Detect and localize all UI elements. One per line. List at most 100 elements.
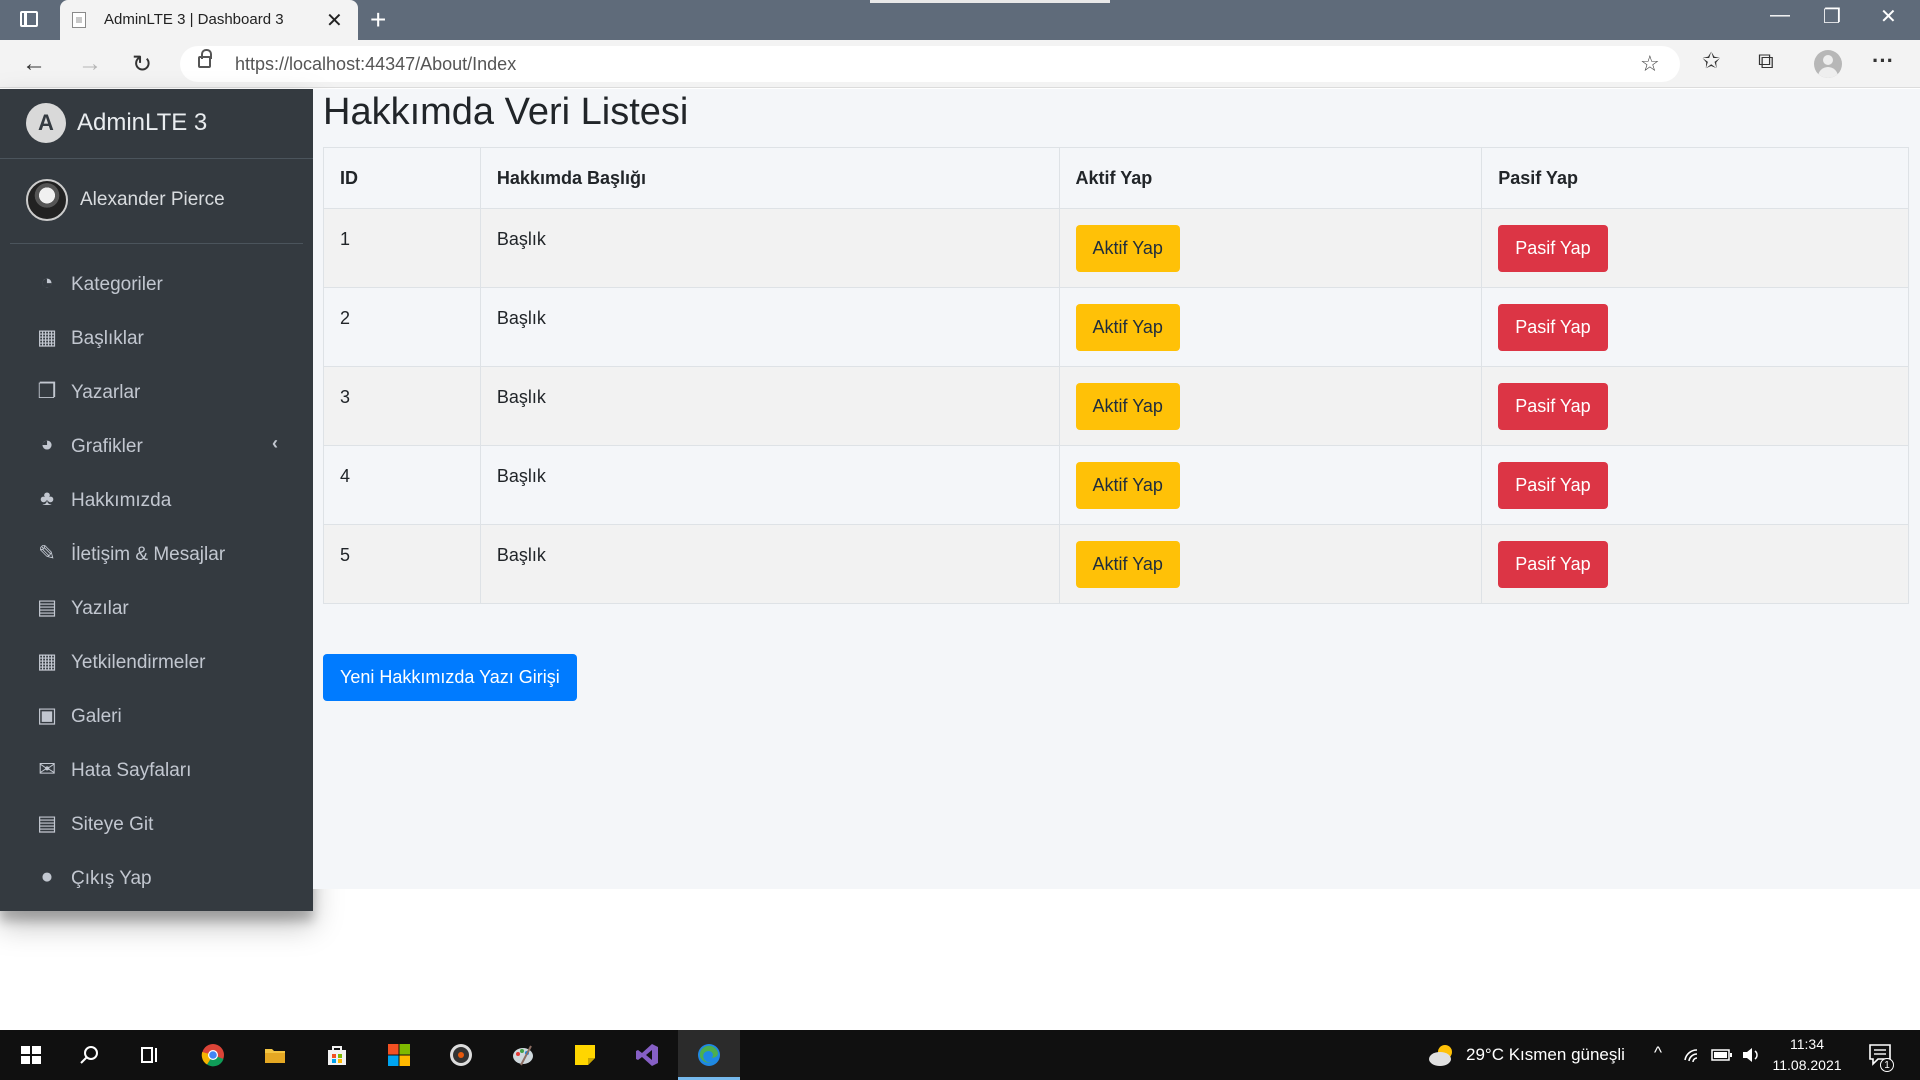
taskbar-store[interactable]	[306, 1030, 368, 1080]
taskbar-media-player[interactable]	[430, 1030, 492, 1080]
cell-deactivate: Pasif Yap	[1481, 366, 1909, 446]
sidebar-item-cikis-yap[interactable]: ● Çıkış Yap	[10, 855, 303, 903]
envelope-icon: ✉	[38, 758, 56, 781]
tab-actions-icon[interactable]	[20, 11, 38, 27]
search-button[interactable]	[58, 1030, 120, 1080]
taskbar-visual-studio[interactable]	[616, 1030, 678, 1080]
visual-studio-icon	[636, 1044, 658, 1066]
deactivate-button[interactable]: Pasif Yap	[1498, 462, 1608, 509]
wifi-icon[interactable]	[1683, 1046, 1703, 1064]
start-button[interactable]	[0, 1030, 62, 1080]
notification-count-badge: 1	[1880, 1058, 1894, 1072]
user-name[interactable]: Alexander Pierce	[80, 189, 225, 211]
lock-icon[interactable]	[198, 49, 212, 68]
cell-activate: Aktif Yap	[1058, 287, 1483, 367]
tab-title: AdminLTE 3 | Dashboard 3	[104, 11, 284, 28]
deactivate-button[interactable]: Pasif Yap	[1498, 304, 1608, 351]
store-icon	[328, 1046, 346, 1065]
sidebar-item-kategoriler[interactable]: ◔ Kategoriler	[10, 261, 303, 309]
new-about-entry-button[interactable]: Yeni Hakkımızda Yazı Girişi	[323, 654, 577, 701]
brand-logo: A	[26, 103, 66, 143]
folder-icon	[265, 1049, 285, 1063]
table-row: 2 Başlık Aktif Yap Pasif Yap	[323, 287, 1909, 367]
sidebar-item-yetkilendirmeler[interactable]: ▦ Yetkilendirmeler	[10, 639, 303, 687]
sidebar-item-label: Grafikler	[71, 436, 143, 457]
sidebar-item-yazarlar[interactable]: ❐ Yazarlar	[10, 369, 303, 417]
cell-id: 2	[323, 287, 481, 367]
sidebar-item-hakkimizda[interactable]: ♣ Hakkımızda	[10, 477, 303, 525]
cell-title: Başlık	[479, 287, 1060, 367]
sidebar-item-yazilar[interactable]: ▤ Yazılar	[10, 585, 303, 633]
activate-button[interactable]: Aktif Yap	[1075, 304, 1180, 351]
clock-date[interactable]: 11.08.2021	[1772, 1057, 1842, 1073]
profile-avatar-icon[interactable]	[1814, 50, 1842, 78]
sidebar-item-label: Siteye Git	[71, 814, 154, 835]
browser-tab[interactable]: AdminLTE 3 | Dashboard 3 ✕	[60, 0, 358, 40]
activate-button[interactable]: Aktif Yap	[1075, 383, 1180, 430]
sidebar-item-galeri[interactable]: ▣ Galeri	[10, 693, 303, 741]
copy-icon: ❐	[37, 380, 57, 403]
activate-button[interactable]: Aktif Yap	[1075, 462, 1180, 509]
cell-id: 4	[323, 445, 481, 525]
favorites-icon[interactable]: ✩	[1702, 48, 1720, 74]
show-hidden-icons-icon[interactable]: ^	[1654, 1043, 1662, 1063]
sidebar-item-label: Yazılar	[71, 598, 129, 619]
activate-button[interactable]: Aktif Yap	[1075, 541, 1180, 588]
cell-deactivate: Pasif Yap	[1481, 524, 1909, 604]
sidebar-item-siteye-git[interactable]: ▤ Siteye Git	[10, 801, 303, 849]
main-sidebar: A AdminLTE 3 Alexander Pierce ◔ Kategori…	[0, 89, 313, 911]
cell-activate: Aktif Yap	[1058, 366, 1483, 446]
collections-icon[interactable]: ⧉	[1758, 48, 1774, 74]
column-header-id: ID	[323, 147, 481, 209]
image-icon: ▣	[37, 704, 57, 727]
taskbar-office[interactable]	[368, 1030, 430, 1080]
url-text[interactable]: https://localhost:44347/About/Index	[235, 54, 516, 75]
sidebar-item-iletisim[interactable]: ✎ İletişim & Mesajlar	[10, 531, 303, 579]
back-icon[interactable]: ←	[22, 50, 46, 78]
forward-icon[interactable]: →	[78, 50, 102, 78]
taskbar-chrome[interactable]	[182, 1030, 244, 1080]
taskbar-paint[interactable]	[492, 1030, 554, 1080]
activate-button[interactable]: Aktif Yap	[1075, 225, 1180, 272]
chevron-left-icon[interactable]: ‹	[272, 433, 278, 454]
sidebar-item-hata-sayfalari[interactable]: ✉ Hata Sayfaları	[10, 747, 303, 795]
more-options-icon[interactable]: ···	[1872, 48, 1894, 74]
cell-activate: Aktif Yap	[1058, 445, 1483, 525]
tab-close-icon[interactable]: ✕	[326, 8, 343, 33]
calendar-icon: ▦	[37, 650, 57, 673]
taskbar-edge[interactable]	[678, 1030, 740, 1080]
edge-icon	[698, 1044, 720, 1066]
taskbar-sticky-notes[interactable]	[554, 1030, 616, 1080]
taskbar-file-explorer[interactable]	[244, 1030, 306, 1080]
cell-deactivate: Pasif Yap	[1481, 287, 1909, 367]
content-wrapper: Hakkımda Veri Listesi ID Hakkımda Başlığ…	[313, 89, 1920, 889]
user-panel[interactable]: Alexander Pierce	[10, 159, 303, 244]
deactivate-button[interactable]: Pasif Yap	[1498, 383, 1608, 430]
weather-text[interactable]: 29°C Kısmen güneşli	[1466, 1045, 1625, 1065]
sidebar-item-basliklar[interactable]: ▦ Başlıklar	[10, 315, 303, 363]
column-header-deactivate: Pasif Yap	[1481, 147, 1909, 209]
task-view-button[interactable]	[118, 1030, 180, 1080]
add-favorite-icon[interactable]: ☆	[1640, 51, 1660, 77]
tree-icon: ♣	[40, 487, 54, 510]
sidebar-item-grafikler[interactable]: ◕ Grafikler ‹	[10, 423, 303, 471]
battery-icon[interactable]	[1711, 1048, 1733, 1062]
clock-time[interactable]: 11:34	[1772, 1036, 1842, 1052]
sticky-notes-icon	[575, 1045, 595, 1065]
close-window-button[interactable]: ✕	[1880, 4, 1897, 29]
address-bar[interactable]: https://localhost:44347/About/Index ☆	[180, 46, 1680, 82]
edit-icon: ✎	[38, 542, 56, 565]
volume-icon[interactable]	[1741, 1046, 1761, 1064]
restore-button[interactable]: ❐	[1823, 4, 1841, 29]
about-table: ID Hakkımda Başlığı Aktif Yap Pasif Yap …	[323, 147, 1909, 604]
minimize-button[interactable]: —	[1770, 4, 1790, 27]
brand-link[interactable]: A AdminLTE 3	[0, 89, 313, 159]
refresh-icon[interactable]: ↻	[132, 50, 152, 79]
deactivate-button[interactable]: Pasif Yap	[1498, 541, 1608, 588]
deactivate-button[interactable]: Pasif Yap	[1498, 225, 1608, 272]
cell-id: 5	[323, 524, 481, 604]
new-tab-button[interactable]: +	[370, 4, 386, 36]
sidebar-item-label: Galeri	[71, 706, 122, 727]
cell-title: Başlık	[479, 445, 1060, 525]
cell-id: 3	[323, 366, 481, 446]
